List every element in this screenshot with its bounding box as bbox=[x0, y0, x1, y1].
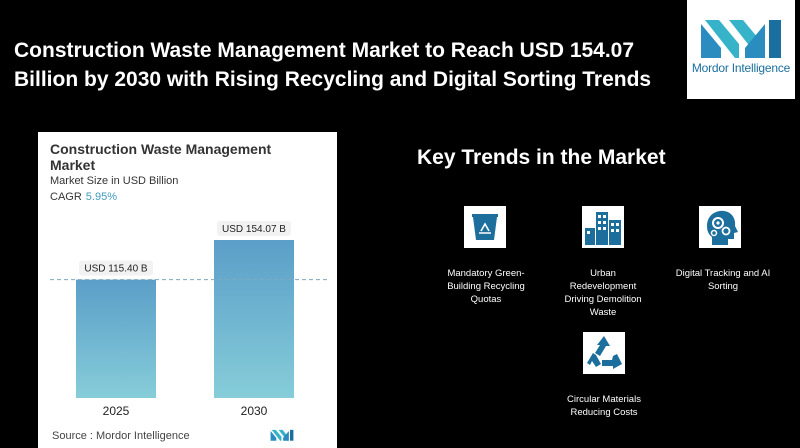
trend-3-line-1: Digital Tracking and AI bbox=[675, 268, 771, 279]
logo-mark-icon bbox=[701, 20, 781, 58]
page-title: Construction Waste Management Market to … bbox=[14, 36, 664, 94]
x-tick-2025: 2025 bbox=[103, 404, 130, 418]
trend-label-4: Circular Materials Reducing Costs bbox=[554, 393, 654, 419]
city-buildings-icon bbox=[582, 206, 624, 248]
brand-logo: Mordor Intelligence bbox=[687, 0, 795, 99]
chart-source: Source : Mordor Intelligence bbox=[52, 430, 190, 442]
bar-2030 bbox=[214, 240, 294, 398]
x-tick-2030: 2030 bbox=[241, 404, 268, 418]
trend-label-3: Digital Tracking and AI Sorting bbox=[668, 267, 778, 293]
trends-title: Key Trends in the Market bbox=[417, 146, 666, 169]
trend-4-line-1: Circular Materials bbox=[567, 394, 641, 405]
recycle-arrows-icon bbox=[583, 332, 625, 374]
trend-2-line-4: Waste bbox=[589, 307, 617, 318]
market-chart-card: Construction Waste Management Market Mar… bbox=[38, 132, 337, 448]
trend-2-line-2: Redevelopment bbox=[569, 281, 637, 292]
bar-chart: USD 115.40 B 2025 USD 154.07 B 2030 bbox=[50, 221, 327, 418]
trend-2-line-1: Urban bbox=[590, 268, 616, 279]
logo-text: Mordor Intelligence bbox=[691, 61, 791, 75]
trend-2-line-3: Driving Demolition bbox=[564, 294, 642, 305]
trend-4-line-2: Reducing Costs bbox=[570, 407, 638, 418]
value-label-2025: USD 115.40 B bbox=[84, 264, 148, 275]
trend-3-line-2: Sorting bbox=[707, 281, 739, 292]
recycle-bin-icon bbox=[464, 206, 506, 248]
trend-label-2: Urban Redevelopment Driving Demolition W… bbox=[553, 267, 653, 319]
page-title-line-2: Billion by 2030 with Rising Recycling an… bbox=[14, 68, 652, 91]
trend-1-line-3: Quotas bbox=[470, 294, 502, 305]
trend-label-1: Mandatory Green- Building Recycling Quot… bbox=[436, 267, 536, 306]
bar-2025 bbox=[76, 279, 156, 398]
ai-head-gears-icon bbox=[699, 206, 741, 248]
trend-1-line-2: Building Recycling bbox=[447, 281, 525, 292]
page-title-line-1: Construction Waste Management Market to … bbox=[14, 39, 635, 62]
trend-1-line-1: Mandatory Green- bbox=[447, 268, 525, 279]
value-label-2030: USD 154.07 B bbox=[222, 224, 286, 235]
mini-logo-icon bbox=[270, 429, 294, 441]
